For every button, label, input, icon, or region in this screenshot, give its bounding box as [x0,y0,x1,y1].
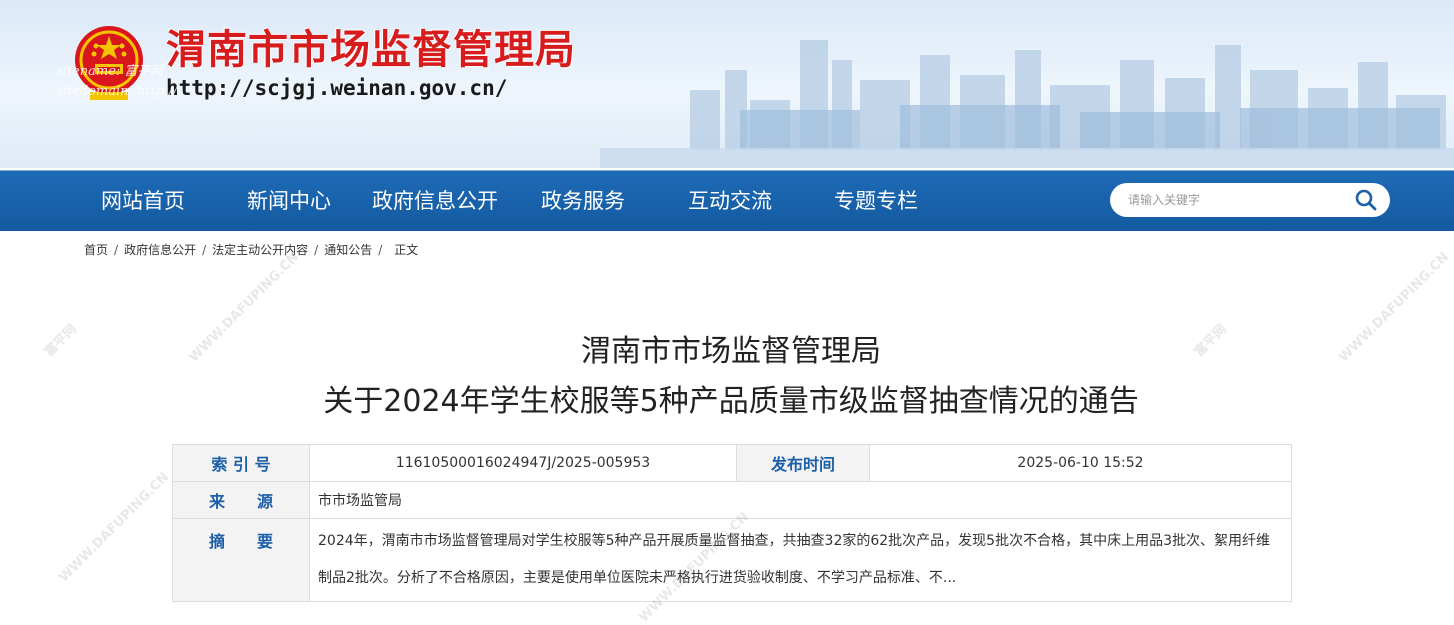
main-nav: 网站首页 新闻中心 政府信息公开 政务服务 互动交流 专题专栏 [0,170,1454,231]
search-input[interactable] [1128,183,1338,217]
table-row: 摘 要 2024年，渭南市市场监督管理局对学生校服等5种产品开展质量监督抽查，共… [172,518,1292,602]
overlay-sitename: sitename: 富平网 [56,64,164,79]
article-title-line1: 渭南市市场监督管理局 [581,334,881,369]
publish-value: 2025-06-10 15:52 [869,444,1292,482]
breadcrumb-current: 正文 [394,243,419,257]
nav-item-interaction[interactable]: 互动交流 [688,171,772,231]
breadcrumb-notices[interactable]: 通知公告 [324,243,372,257]
site-url: http://scjgj.weinan.gov.cn/ [166,76,508,100]
breadcrumb-statutory[interactable]: 法定主动公开内容 [212,243,308,257]
source-value: 市市场监管局 [309,481,1292,519]
watermark-domain: WWW.DAFUPING.CN [56,469,173,586]
nav-item-gov-info[interactable]: 政府信息公开 [372,171,498,231]
breadcrumb-separator: / [114,243,119,257]
source-label: 来 源 [172,481,310,519]
nav-item-services[interactable]: 政务服务 [541,171,625,231]
nav-item-home[interactable]: 网站首页 [101,171,185,231]
breadcrumb-gov-info[interactable]: 政府信息公开 [124,243,196,257]
article-title-line2: 关于2024年学生校服等5种产品质量市级监督抽查情况的通告 [323,384,1139,419]
abstract-label: 摘 要 [172,518,310,602]
nav-item-topics[interactable]: 专题专栏 [834,171,918,231]
search-box [1110,183,1390,217]
table-row: 索 引 号 11610500016024947J/2025-005953 发布时… [172,444,1292,482]
breadcrumb-separator: / [378,243,383,257]
breadcrumb: 首页 / 政府信息公开 / 法定主动公开内容 / 通知公告 / 正文 [84,240,418,260]
breadcrumb-separator: / [202,243,207,257]
breadcrumb-separator: / [314,243,319,257]
nav-item-news[interactable]: 新闻中心 [247,171,331,231]
index-value: 11610500016024947J/2025-005953 [309,444,737,482]
abstract-value: 2024年，渭南市市场监督管理局对学生校服等5种产品开展质量监督抽查，共抽查32… [309,518,1292,602]
site-title: 渭南市市场监督管理局 [166,27,576,73]
index-label: 索 引 号 [172,444,310,482]
city-skyline-image [600,40,1454,168]
breadcrumb-home[interactable]: 首页 [84,243,108,257]
overlay-sitedomain: sitedomain: http:// [56,84,178,99]
header-banner: 渭南市市场监督管理局 http://scjgj.weinan.gov.cn/ s… [0,0,1454,168]
table-row: 来 源 市市场监管局 [172,481,1292,519]
article-info-table: 索 引 号 11610500016024947J/2025-005953 发布时… [172,444,1292,602]
search-icon[interactable] [1354,188,1378,212]
publish-label: 发布时间 [736,444,870,482]
